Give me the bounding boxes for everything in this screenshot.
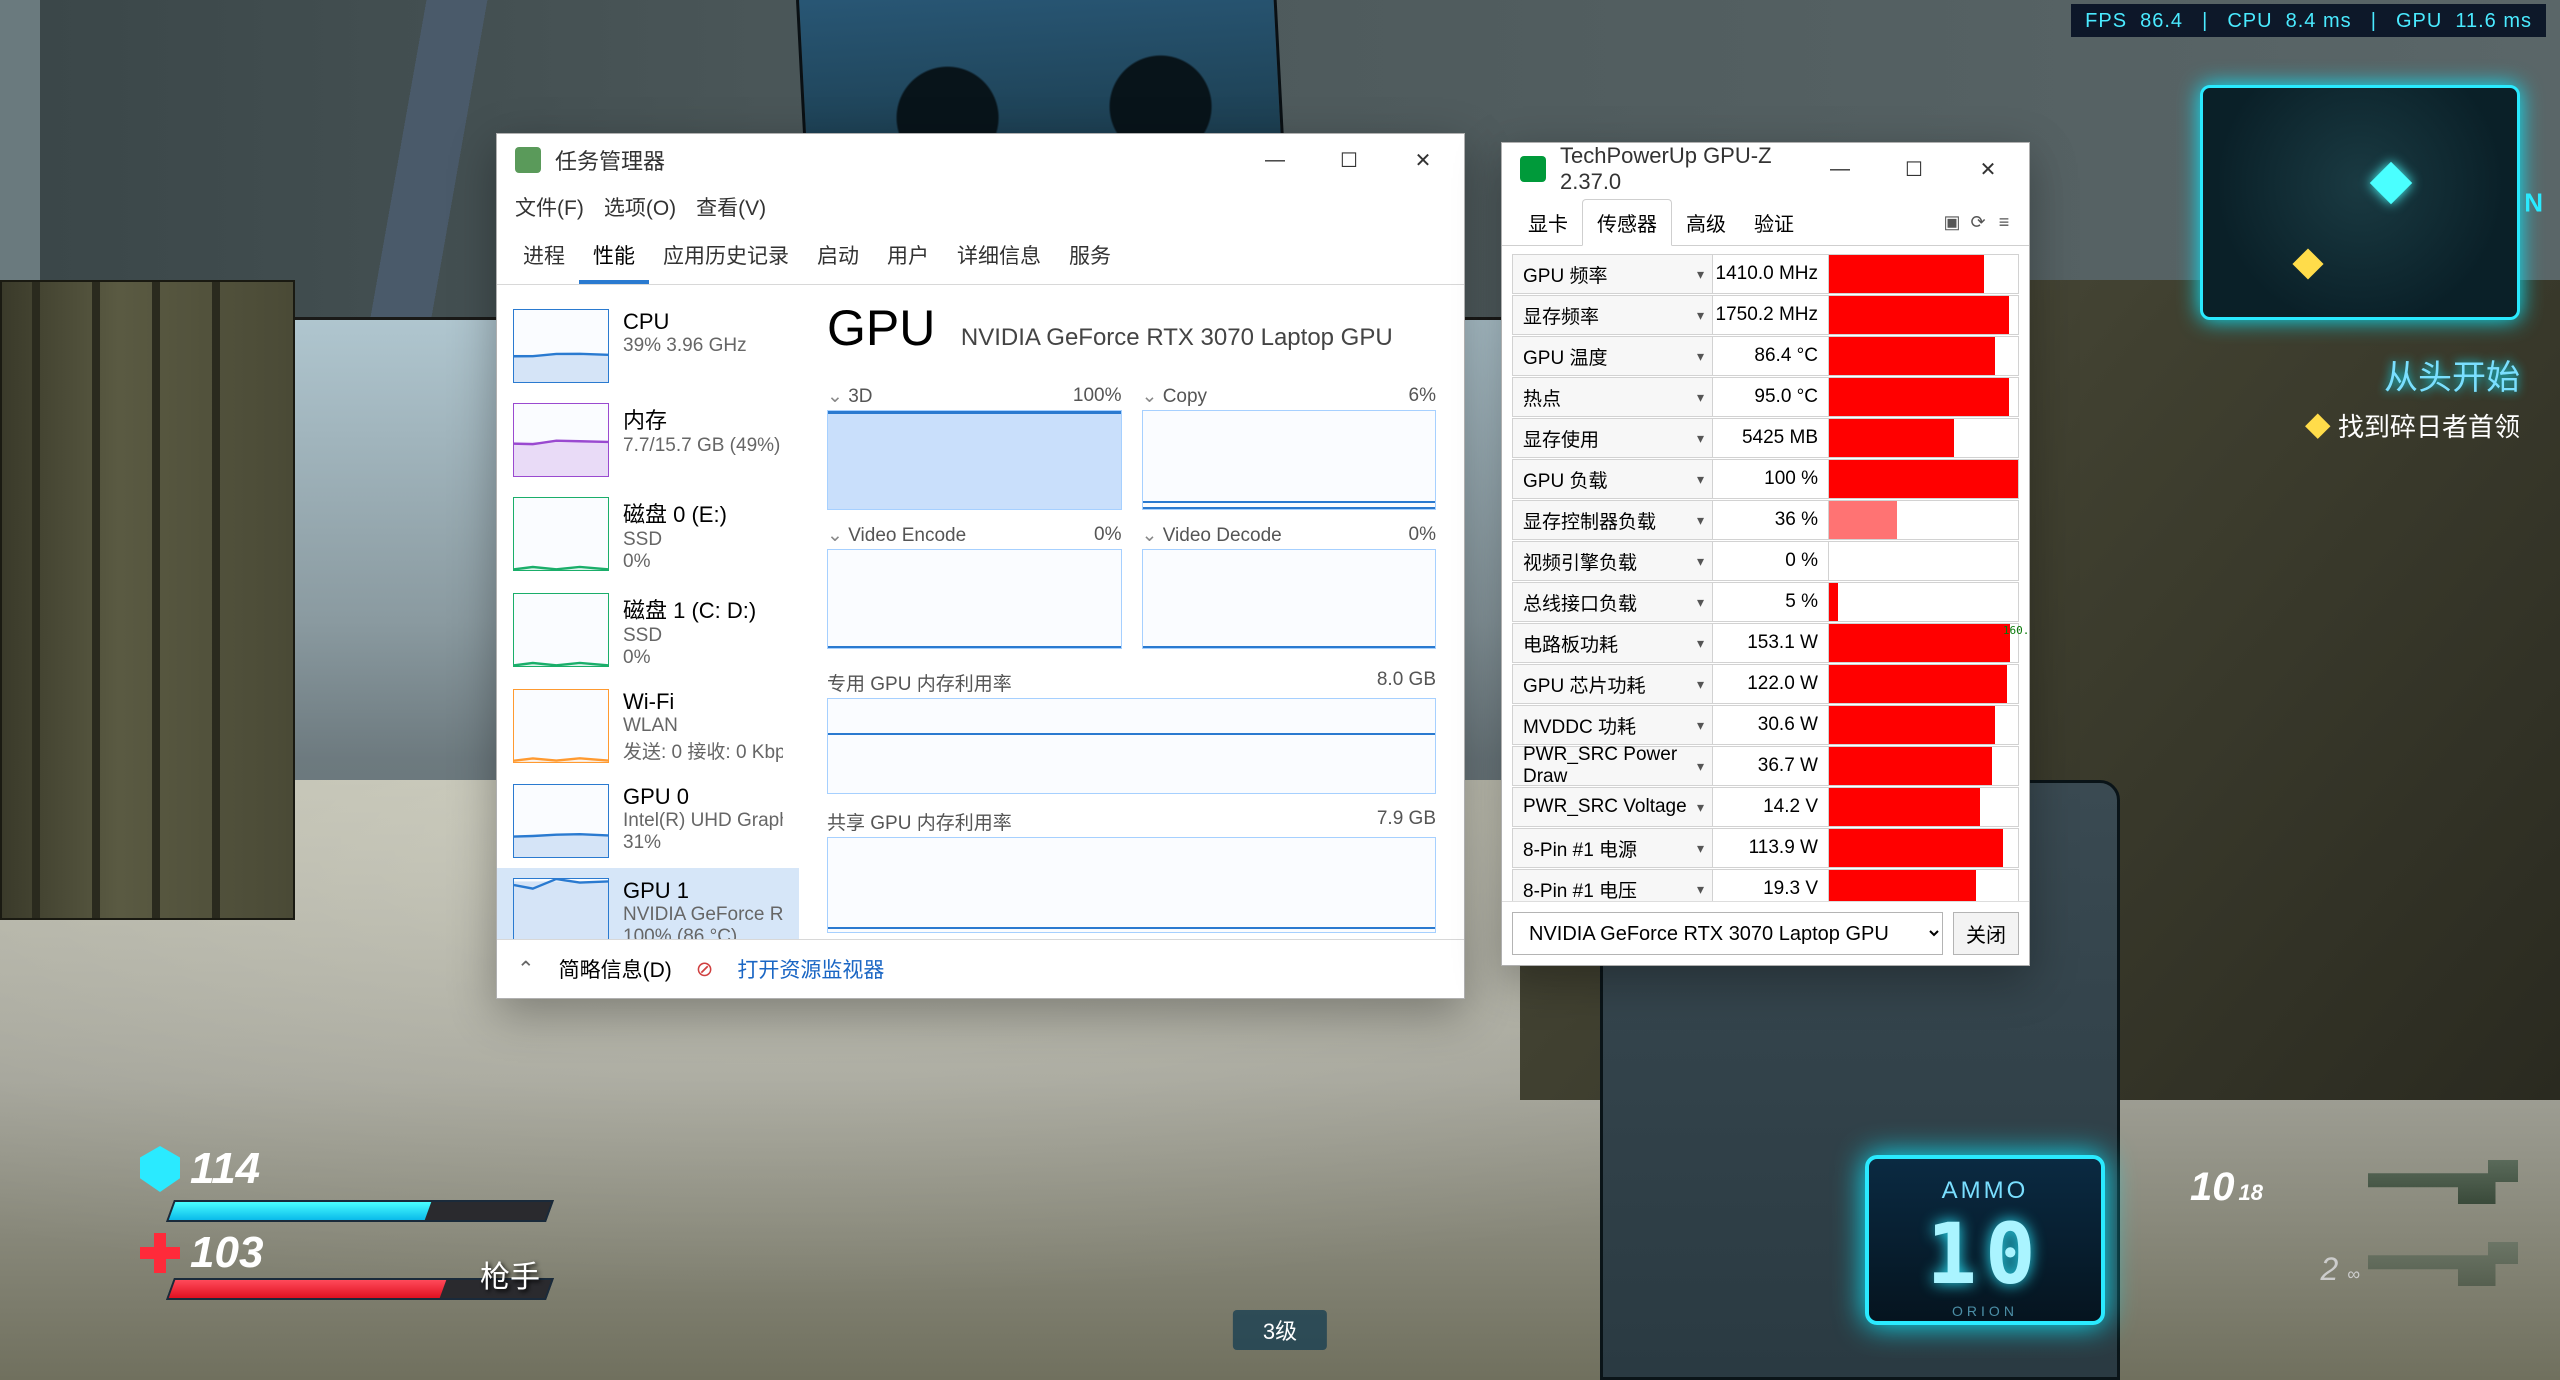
no-icon: ⊘ bbox=[696, 957, 714, 982]
perf-detail: GPU NVIDIA GeForce RTX 3070 Laptop GPU 3… bbox=[799, 299, 1464, 939]
tab-进程[interactable]: 进程 bbox=[509, 230, 579, 284]
sensor-row-显存控制器负载[interactable]: 显存控制器负载▾ 36 % bbox=[1512, 500, 2019, 540]
sidebar-item-磁盘 1 (C: D:)[interactable]: 磁盘 1 (C: D:)SSD0% bbox=[497, 583, 799, 679]
app-icon bbox=[1520, 156, 1546, 182]
menu-icon[interactable]: ≡ bbox=[1991, 212, 2017, 233]
sensor-row-显存频率[interactable]: 显存频率▾ 1750.2 MHz bbox=[1512, 295, 2019, 335]
graph-Video Encode[interactable]: Video Encode0% bbox=[827, 522, 1122, 649]
sidebar-item-磁盘 0 (E:)[interactable]: 磁盘 0 (E:)SSD0% bbox=[497, 487, 799, 583]
menu-bar[interactable]: 文件(F) 选项(O) 查看(V) bbox=[497, 186, 1464, 230]
minimize-button[interactable]: — bbox=[1803, 143, 1877, 195]
footer: NVIDIA GeForce RTX 3070 Laptop GPU 关闭 bbox=[1502, 901, 2029, 965]
tab-验证[interactable]: 验证 bbox=[1740, 200, 1808, 245]
titlebar[interactable]: 任务管理器 — ☐ ✕ bbox=[497, 134, 1464, 186]
sensor-row-视频引擎负载[interactable]: 视频引擎负载▾ 0 % bbox=[1512, 541, 2019, 581]
sidebar-item-GPU 1[interactable]: GPU 1NVIDIA GeForce RT100% (86 °C) bbox=[497, 868, 799, 939]
sensor-row-GPU 负载[interactable]: GPU 负载▾ 100 % bbox=[1512, 459, 2019, 499]
camera-icon[interactable]: ▣ bbox=[1939, 212, 1965, 233]
sensor-row-MVDDC 功耗[interactable]: MVDDC 功耗▾ 30.6 W bbox=[1512, 705, 2019, 745]
minimize-button[interactable]: — bbox=[1238, 134, 1312, 186]
sensor-row-热点[interactable]: 热点▾ 95.0 °C bbox=[1512, 377, 2019, 417]
task-manager-window[interactable]: 任务管理器 — ☐ ✕ 文件(F) 选项(O) 查看(V) 进程性能应用历史记录启动… bbox=[496, 133, 1465, 999]
sensor-row-8-Pin #1 电源[interactable]: 8-Pin #1 电源▾ 113.9 W bbox=[1512, 828, 2019, 868]
sensor-row-电路板功耗[interactable]: 电路板功耗▾ 153.1 W 160.0 bbox=[1512, 623, 2019, 663]
tab-strip[interactable]: 进程性能应用历史记录启动用户详细信息服务 bbox=[497, 230, 1464, 285]
detail-subtitle: NVIDIA GeForce RTX 3070 Laptop GPU bbox=[961, 324, 1393, 351]
footer: ⌃ 简略信息(D) ⊘ 打开资源监视器 bbox=[497, 939, 1464, 998]
sensor-row-GPU 温度[interactable]: GPU 温度▾ 86.4 °C bbox=[1512, 336, 2019, 376]
tab-显卡[interactable]: 显卡 bbox=[1514, 200, 1582, 245]
sensor-row-GPU 频率[interactable]: GPU 频率▾ 1410.0 MHz bbox=[1512, 254, 2019, 294]
graph-Copy[interactable]: Copy6% bbox=[1142, 383, 1437, 510]
maximize-button[interactable]: ☐ bbox=[1312, 134, 1386, 186]
maximize-button[interactable]: ☐ bbox=[1877, 143, 1951, 195]
sidebar-item-CPU[interactable]: CPU39% 3.96 GHz bbox=[497, 299, 799, 393]
close-button-footer[interactable]: 关闭 bbox=[1953, 912, 2019, 955]
tab-用户[interactable]: 用户 bbox=[873, 230, 943, 284]
gpuz-window[interactable]: TechPowerUp GPU-Z 2.37.0 — ☐ ✕ 显卡传感器高级验证… bbox=[1501, 142, 2030, 966]
refresh-icon[interactable]: ⟳ bbox=[1965, 212, 1991, 233]
titlebar[interactable]: TechPowerUp GPU-Z 2.37.0 — ☐ ✕ bbox=[1502, 143, 2029, 195]
menu-item[interactable]: 文件(F) bbox=[515, 197, 584, 220]
menu-item[interactable]: 查看(V) bbox=[696, 197, 766, 220]
tab-启动[interactable]: 启动 bbox=[803, 230, 873, 284]
menu-item[interactable]: 选项(O) bbox=[604, 197, 676, 220]
graph-共享 GPU 内存利用率[interactable]: 共享 GPU 内存利用率7.9 GB bbox=[827, 806, 1436, 933]
tab-性能[interactable]: 性能 bbox=[579, 230, 649, 284]
sensor-row-PWR_SRC Voltage[interactable]: PWR_SRC Voltage▾ 14.2 V bbox=[1512, 787, 2019, 827]
chevron-up-icon[interactable]: ⌃ bbox=[517, 957, 535, 982]
tab-详细信息[interactable]: 详细信息 bbox=[943, 230, 1055, 284]
sidebar-item-Wi-Fi[interactable]: Wi-FiWLAN发送: 0 接收: 0 Kbp bbox=[497, 679, 799, 774]
close-button[interactable]: ✕ bbox=[1386, 134, 1460, 186]
brief-link[interactable]: 简略信息(D) bbox=[559, 954, 672, 984]
sensor-row-GPU 芯片功耗[interactable]: GPU 芯片功耗▾ 122.0 W bbox=[1512, 664, 2019, 704]
sensor-list: GPU 频率▾ 1410.0 MHz 显存频率▾ 1750.2 MHz GPU … bbox=[1502, 246, 2029, 901]
graph-专用 GPU 内存利用率[interactable]: 专用 GPU 内存利用率8.0 GB bbox=[827, 667, 1436, 794]
tab-服务[interactable]: 服务 bbox=[1055, 230, 1125, 284]
tab-高级[interactable]: 高级 bbox=[1672, 200, 1740, 245]
sidebar-item-内存[interactable]: 内存7.7/15.7 GB (49%) bbox=[497, 393, 799, 487]
app-icon bbox=[515, 147, 541, 173]
close-button[interactable]: ✕ bbox=[1951, 143, 2025, 195]
graph-Video Decode[interactable]: Video Decode0% bbox=[1142, 522, 1437, 649]
sensor-row-8-Pin #1 电压[interactable]: 8-Pin #1 电压▾ 19.3 V bbox=[1512, 869, 2019, 901]
sidebar-item-GPU 0[interactable]: GPU 0Intel(R) UHD Graph31% bbox=[497, 774, 799, 868]
window-title: TechPowerUp GPU-Z 2.37.0 bbox=[1560, 143, 1789, 195]
perf-sidebar[interactable]: CPU39% 3.96 GHz 内存7.7/15.7 GB (49%) 磁盘 0… bbox=[497, 299, 799, 939]
detail-title: GPU bbox=[827, 299, 935, 357]
tab-传感器[interactable]: 传感器 bbox=[1582, 199, 1672, 246]
sensor-row-总线接口负载[interactable]: 总线接口负载▾ 5 % bbox=[1512, 582, 2019, 622]
resource-monitor-link[interactable]: 打开资源监视器 bbox=[737, 954, 884, 984]
device-select[interactable]: NVIDIA GeForce RTX 3070 Laptop GPU bbox=[1512, 912, 1943, 955]
window-title: 任务管理器 bbox=[555, 144, 1224, 176]
tab-strip[interactable]: 显卡传感器高级验证 ▣ ⟳ ≡ bbox=[1502, 195, 2029, 246]
sensor-row-显存使用[interactable]: 显存使用▾ 5425 MB bbox=[1512, 418, 2019, 458]
sensor-row-PWR_SRC Power Draw[interactable]: PWR_SRC Power Draw▾ 36.7 W bbox=[1512, 746, 2019, 786]
tab-应用历史记录[interactable]: 应用历史记录 bbox=[649, 230, 803, 284]
graph-3D[interactable]: 3D100% bbox=[827, 383, 1122, 510]
